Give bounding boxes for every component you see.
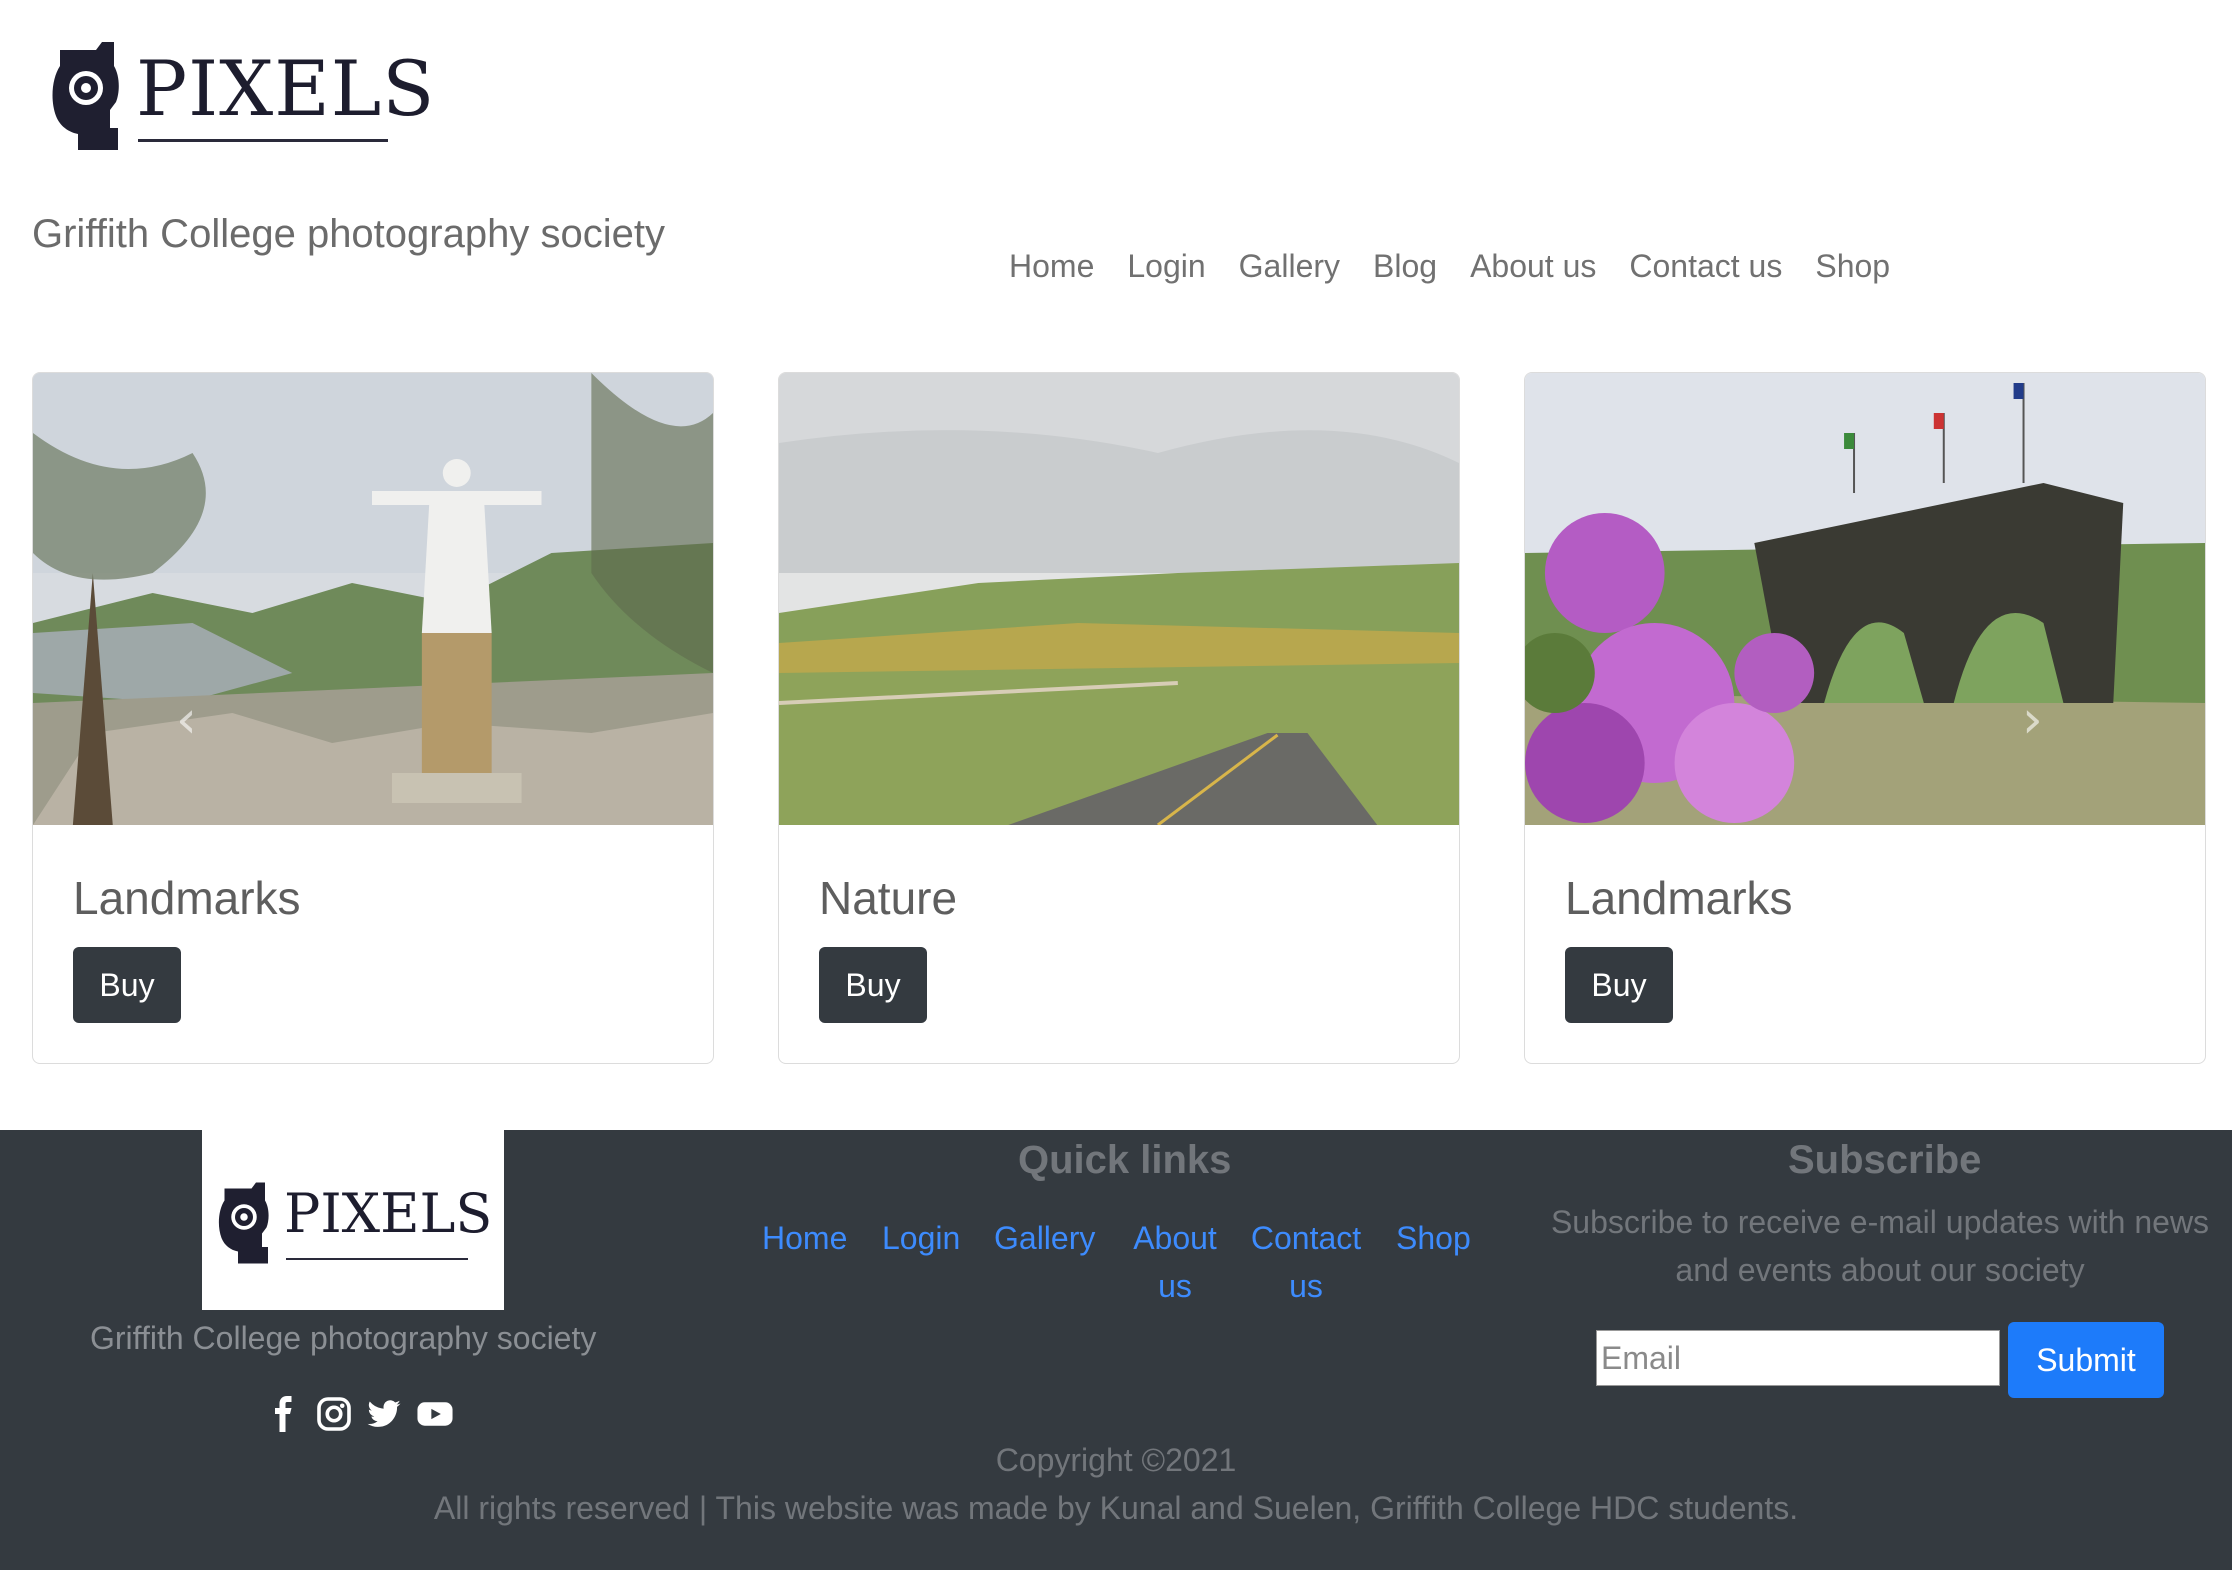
facebook-icon[interactable] bbox=[266, 1396, 302, 1432]
submit-button[interactable]: Submit bbox=[2008, 1322, 2164, 1398]
product-card: Landmarks Buy bbox=[32, 372, 714, 1064]
product-card: Nature Buy bbox=[778, 372, 1460, 1064]
youtube-icon[interactable] bbox=[416, 1396, 453, 1432]
copyright-text: Copyright ©2021 bbox=[995, 1442, 1237, 1478]
instagram-icon[interactable] bbox=[316, 1396, 352, 1432]
site-logo[interactable]: PIXELS bbox=[46, 38, 434, 158]
buy-button[interactable]: Buy bbox=[819, 947, 927, 1023]
main-nav: Home Login Gallery Blog About us Contact… bbox=[1009, 248, 1923, 285]
nav-blog[interactable]: Blog bbox=[1373, 248, 1437, 285]
card-image-nature-road bbox=[779, 373, 1459, 825]
nav-home[interactable]: Home bbox=[1009, 248, 1094, 285]
card-image-landmark-arch bbox=[1525, 373, 2205, 825]
footer-link-home[interactable]: Home bbox=[762, 1214, 847, 1262]
nav-shop[interactable]: Shop bbox=[1815, 248, 1890, 285]
footer-logo[interactable]: PIXELS bbox=[202, 1130, 504, 1310]
footer-link-shop[interactable]: Shop bbox=[1396, 1214, 1471, 1262]
nav-about-us[interactable]: About us bbox=[1470, 248, 1596, 285]
logo-underline bbox=[138, 139, 388, 142]
product-card: Landmarks Buy bbox=[1524, 372, 2206, 1064]
footer-link-login[interactable]: Login bbox=[882, 1214, 960, 1262]
camera-head-icon bbox=[218, 1182, 269, 1264]
footer-link-contact-us[interactable]: Contact us bbox=[1244, 1214, 1368, 1310]
camera-head-icon bbox=[52, 42, 119, 150]
social-links bbox=[266, 1396, 453, 1432]
twitter-icon[interactable] bbox=[366, 1396, 402, 1432]
footer-logo-underline bbox=[286, 1258, 468, 1260]
site-tagline: Griffith College photography society bbox=[32, 212, 665, 256]
subscribe-title: Subscribe bbox=[1788, 1138, 1982, 1182]
subscribe-text: Subscribe to receive e-mail updates with… bbox=[1550, 1204, 2210, 1288]
chevron-left-icon[interactable]: ‹ bbox=[176, 690, 197, 750]
nav-contact-us[interactable]: Contact us bbox=[1629, 248, 1782, 285]
site-footer: PIXELS Griffith College photography soci… bbox=[0, 1130, 2232, 1570]
card-title: Landmarks bbox=[1565, 872, 1793, 924]
footer-logo-wordmark: PIXELS bbox=[284, 1182, 493, 1245]
footer-tagline: Griffith College photography society bbox=[90, 1320, 597, 1356]
quick-links-title: Quick links bbox=[1018, 1138, 1232, 1182]
buy-button[interactable]: Buy bbox=[73, 947, 181, 1023]
email-field[interactable] bbox=[1596, 1330, 2000, 1386]
chevron-right-icon[interactable]: › bbox=[2022, 690, 2043, 750]
card-image-landmark-statue bbox=[33, 373, 713, 825]
rights-text: All rights reserved | This website was m… bbox=[433, 1490, 1799, 1526]
nav-gallery[interactable]: Gallery bbox=[1239, 248, 1340, 285]
logo-wordmark: PIXELS bbox=[136, 44, 436, 133]
footer-link-about-us[interactable]: About us bbox=[1128, 1214, 1222, 1310]
nav-login[interactable]: Login bbox=[1127, 248, 1205, 285]
footer-link-gallery[interactable]: Gallery bbox=[994, 1214, 1095, 1262]
card-title: Nature bbox=[819, 872, 958, 924]
buy-button[interactable]: Buy bbox=[1565, 947, 1673, 1023]
product-cards: Landmarks Buy Nature Buy Landmarks Buy bbox=[32, 372, 2206, 1064]
card-title: Landmarks bbox=[73, 872, 301, 924]
